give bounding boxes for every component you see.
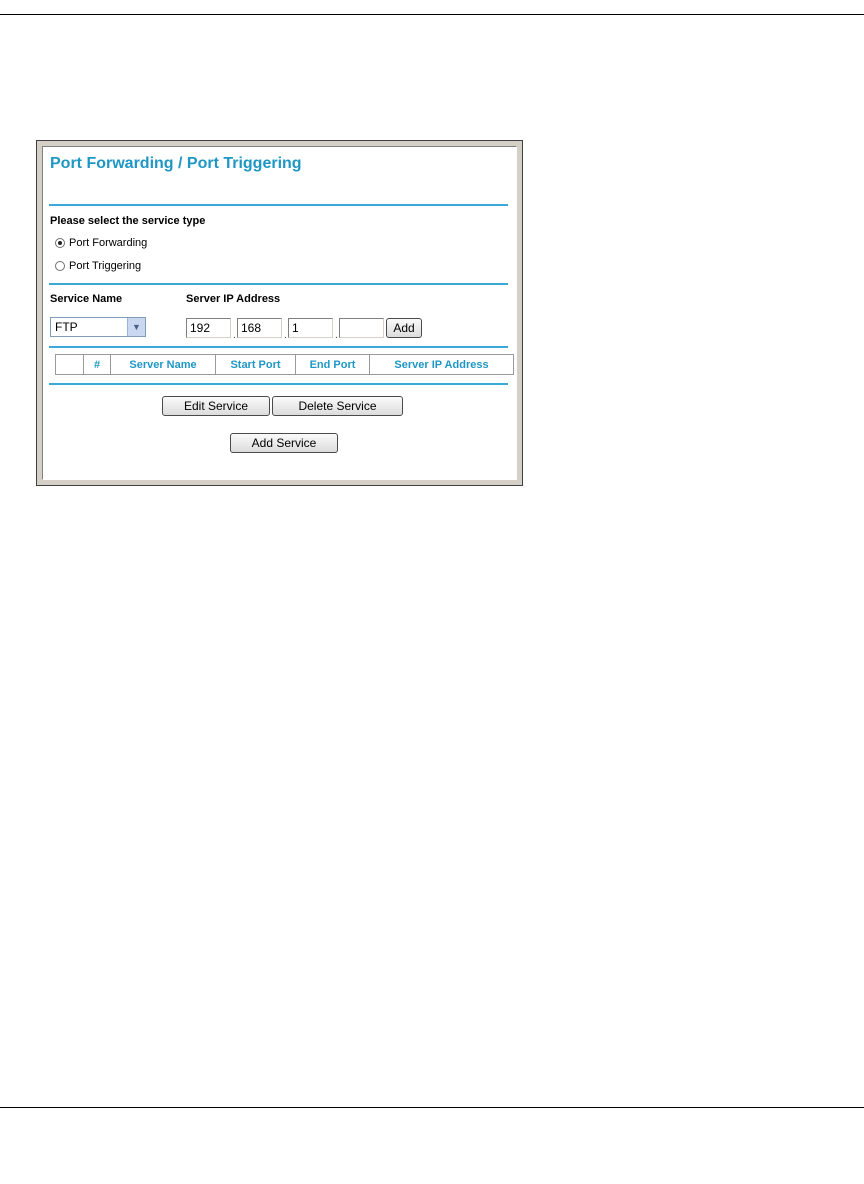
- col-end-port-header: End Port: [295, 354, 370, 375]
- add-service-button[interactable]: Add Service: [230, 433, 338, 453]
- col-number-header: #: [83, 354, 111, 375]
- service-name-select[interactable]: FTP ▼: [50, 317, 146, 337]
- ip-dot-separator: .: [284, 330, 287, 341]
- table-header-row: # Server Name Start Port End Port Server…: [55, 354, 514, 375]
- service-name-value: FTP: [55, 320, 78, 334]
- radio-port-triggering-label: Port Triggering: [69, 260, 142, 272]
- ip-dot-separator: .: [233, 330, 236, 341]
- radio-port-forwarding-label: Port Forwarding: [69, 237, 148, 249]
- radio-port-triggering[interactable]: Port Triggering: [55, 260, 141, 272]
- radio-checked-icon[interactable]: [55, 238, 65, 248]
- radio-unchecked-icon[interactable]: [55, 261, 65, 271]
- ip-divider: [49, 346, 508, 348]
- radio-port-forwarding[interactable]: Port Forwarding: [55, 237, 147, 249]
- col-select-header: [55, 354, 84, 375]
- delete-service-button[interactable]: Delete Service: [272, 396, 403, 416]
- ip-octet-2[interactable]: 168: [237, 318, 282, 338]
- ip-octet-1[interactable]: 192: [186, 318, 231, 338]
- add-button[interactable]: Add: [386, 318, 422, 338]
- ip-octet-3[interactable]: 1: [288, 318, 333, 338]
- ip-dot-separator: .: [335, 330, 338, 341]
- edit-service-button[interactable]: Edit Service: [162, 396, 270, 416]
- service-name-label: Service Name: [50, 293, 123, 305]
- server-ip-label: Server IP Address: [186, 293, 281, 305]
- chevron-down-icon[interactable]: ▼: [127, 318, 145, 336]
- router-screenshot: Port Forwarding / Port Triggering Please…: [36, 140, 523, 486]
- ip-octet-4[interactable]: [339, 318, 384, 338]
- service-type-divider: [49, 283, 508, 285]
- page-header-rule: [0, 14, 864, 15]
- table-divider: [49, 383, 508, 385]
- title-divider: [49, 204, 508, 206]
- page-title: Port Forwarding / Port Triggering: [50, 155, 302, 172]
- services-table: # Server Name Start Port End Port Server…: [55, 354, 514, 375]
- page-footer-rule: [0, 1107, 864, 1108]
- col-start-port-header: Start Port: [215, 354, 296, 375]
- col-server-ip-header: Server IP Address: [369, 354, 514, 375]
- service-type-label: Please select the service type: [50, 215, 206, 227]
- col-server-name-header: Server Name: [110, 354, 216, 375]
- port-forwarding-panel: Port Forwarding / Port Triggering Please…: [42, 146, 517, 480]
